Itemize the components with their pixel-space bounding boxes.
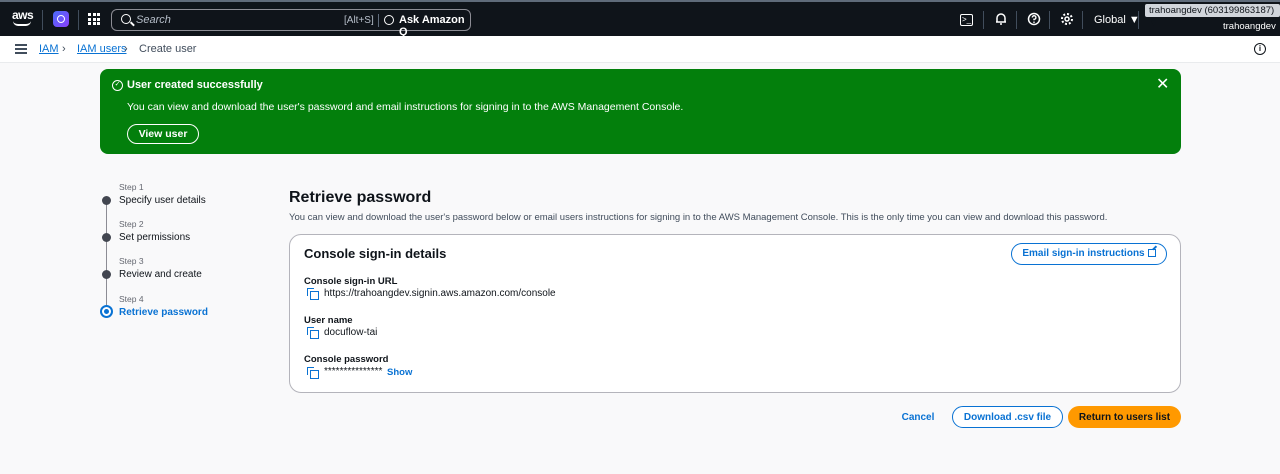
- copy-icon[interactable]: [307, 367, 319, 379]
- search-icon: [121, 14, 131, 24]
- copy-icon[interactable]: [307, 327, 319, 339]
- show-password-link[interactable]: Show: [387, 367, 412, 378]
- top-navigation: aws Search [Alt+S] Ask Amazon Q >_ Globa…: [0, 0, 1280, 38]
- step-4-label: Retrieve password: [119, 307, 208, 318]
- step-4-dot: [100, 305, 113, 318]
- flash-message: You can view and download the user's pas…: [127, 101, 684, 113]
- page-title: Retrieve password: [289, 189, 432, 206]
- gear-icon[interactable]: [1059, 12, 1075, 28]
- nav-divider: [1016, 11, 1017, 29]
- card-title: Console sign-in details: [304, 246, 447, 261]
- email-sign-in-instructions-button[interactable]: Email sign-in instructions: [1011, 243, 1167, 265]
- success-flash: ✓ User created successfully You can view…: [100, 69, 1181, 154]
- step-3-dot: [102, 270, 111, 279]
- aws-logo-text: aws: [12, 8, 34, 22]
- step-2-dot: [102, 233, 111, 242]
- email-button-label: Email sign-in instructions: [1022, 248, 1145, 259]
- account-name: trahoangdev: [1223, 21, 1276, 32]
- console-password-label: Console password: [304, 354, 389, 365]
- step-2-number: Step 2: [119, 219, 144, 229]
- breadcrumb-create-user: Create user: [139, 43, 197, 55]
- step-1-dot: [102, 196, 111, 205]
- search-placeholder: Search: [136, 14, 171, 26]
- nav-divider: [1049, 11, 1050, 29]
- success-check-icon: ✓: [112, 80, 123, 91]
- search-divider: [378, 14, 379, 27]
- user-name-label: User name: [304, 315, 353, 326]
- step-3-number: Step 3: [119, 256, 144, 266]
- view-user-button[interactable]: View user: [127, 124, 199, 144]
- search-input[interactable]: Search [Alt+S] Ask Amazon Q: [111, 9, 471, 38]
- search-shortcut: [Alt+S]: [344, 15, 374, 26]
- step-4-number: Step 4: [119, 294, 144, 304]
- info-icon[interactable]: i: [1254, 43, 1266, 55]
- bell-icon[interactable]: [993, 12, 1009, 28]
- breadcrumb-separator: ›: [62, 43, 66, 55]
- sign-in-url-value: https://trahoangdev.signin.aws.amazon.co…: [324, 288, 556, 299]
- step-1-link[interactable]: Specify user details: [119, 195, 206, 206]
- breadcrumb-bar: IAM › IAM users › Create user i: [0, 36, 1280, 63]
- sign-in-url-label: Console sign-in URL: [304, 276, 398, 287]
- breadcrumb-iam[interactable]: IAM: [39, 43, 59, 55]
- download-csv-button[interactable]: Download .csv file: [952, 406, 1063, 428]
- nav-divider: [42, 10, 43, 30]
- ask-amazon-q-button[interactable]: Ask Amazon Q: [399, 14, 470, 38]
- nav-divider: [78, 10, 79, 30]
- cancel-button[interactable]: Cancel: [893, 410, 943, 424]
- menu-icon[interactable]: [15, 44, 27, 54]
- nav-divider: [1138, 11, 1139, 29]
- nav-divider: [983, 11, 984, 29]
- steps-connector: [106, 200, 107, 312]
- flash-title: User created successfully: [127, 79, 263, 91]
- step-1-number: Step 1: [119, 182, 144, 192]
- step-2-link[interactable]: Set permissions: [119, 232, 190, 243]
- services-grid-icon[interactable]: [88, 13, 100, 25]
- console-password-value: ***************: [324, 366, 383, 377]
- close-icon[interactable]: ✕: [1156, 77, 1169, 93]
- nav-divider: [1082, 11, 1083, 29]
- aws-logo[interactable]: aws: [12, 8, 34, 28]
- page-description: You can view and download the user's pas…: [289, 212, 1108, 223]
- return-to-users-list-button[interactable]: Return to users list: [1068, 406, 1181, 428]
- external-link-icon: [1147, 249, 1156, 257]
- account-menu[interactable]: trahoangdev (603199863187) ▼: [1145, 4, 1280, 29]
- amazon-q-icon[interactable]: [53, 11, 69, 27]
- step-3-link[interactable]: Review and create: [119, 269, 202, 280]
- breadcrumb-separator: ›: [124, 43, 128, 55]
- console-sign-in-card: Console sign-in details Email sign-in in…: [289, 234, 1181, 393]
- breadcrumb-iam-users[interactable]: IAM users: [77, 43, 127, 55]
- copy-icon[interactable]: [307, 288, 319, 300]
- help-icon[interactable]: [1026, 12, 1042, 28]
- cloudshell-icon[interactable]: >_: [960, 14, 973, 26]
- ask-q-icon: [384, 15, 394, 25]
- user-name-value: docuflow-tai: [324, 327, 378, 338]
- region-selector[interactable]: Global ▼: [1094, 14, 1140, 26]
